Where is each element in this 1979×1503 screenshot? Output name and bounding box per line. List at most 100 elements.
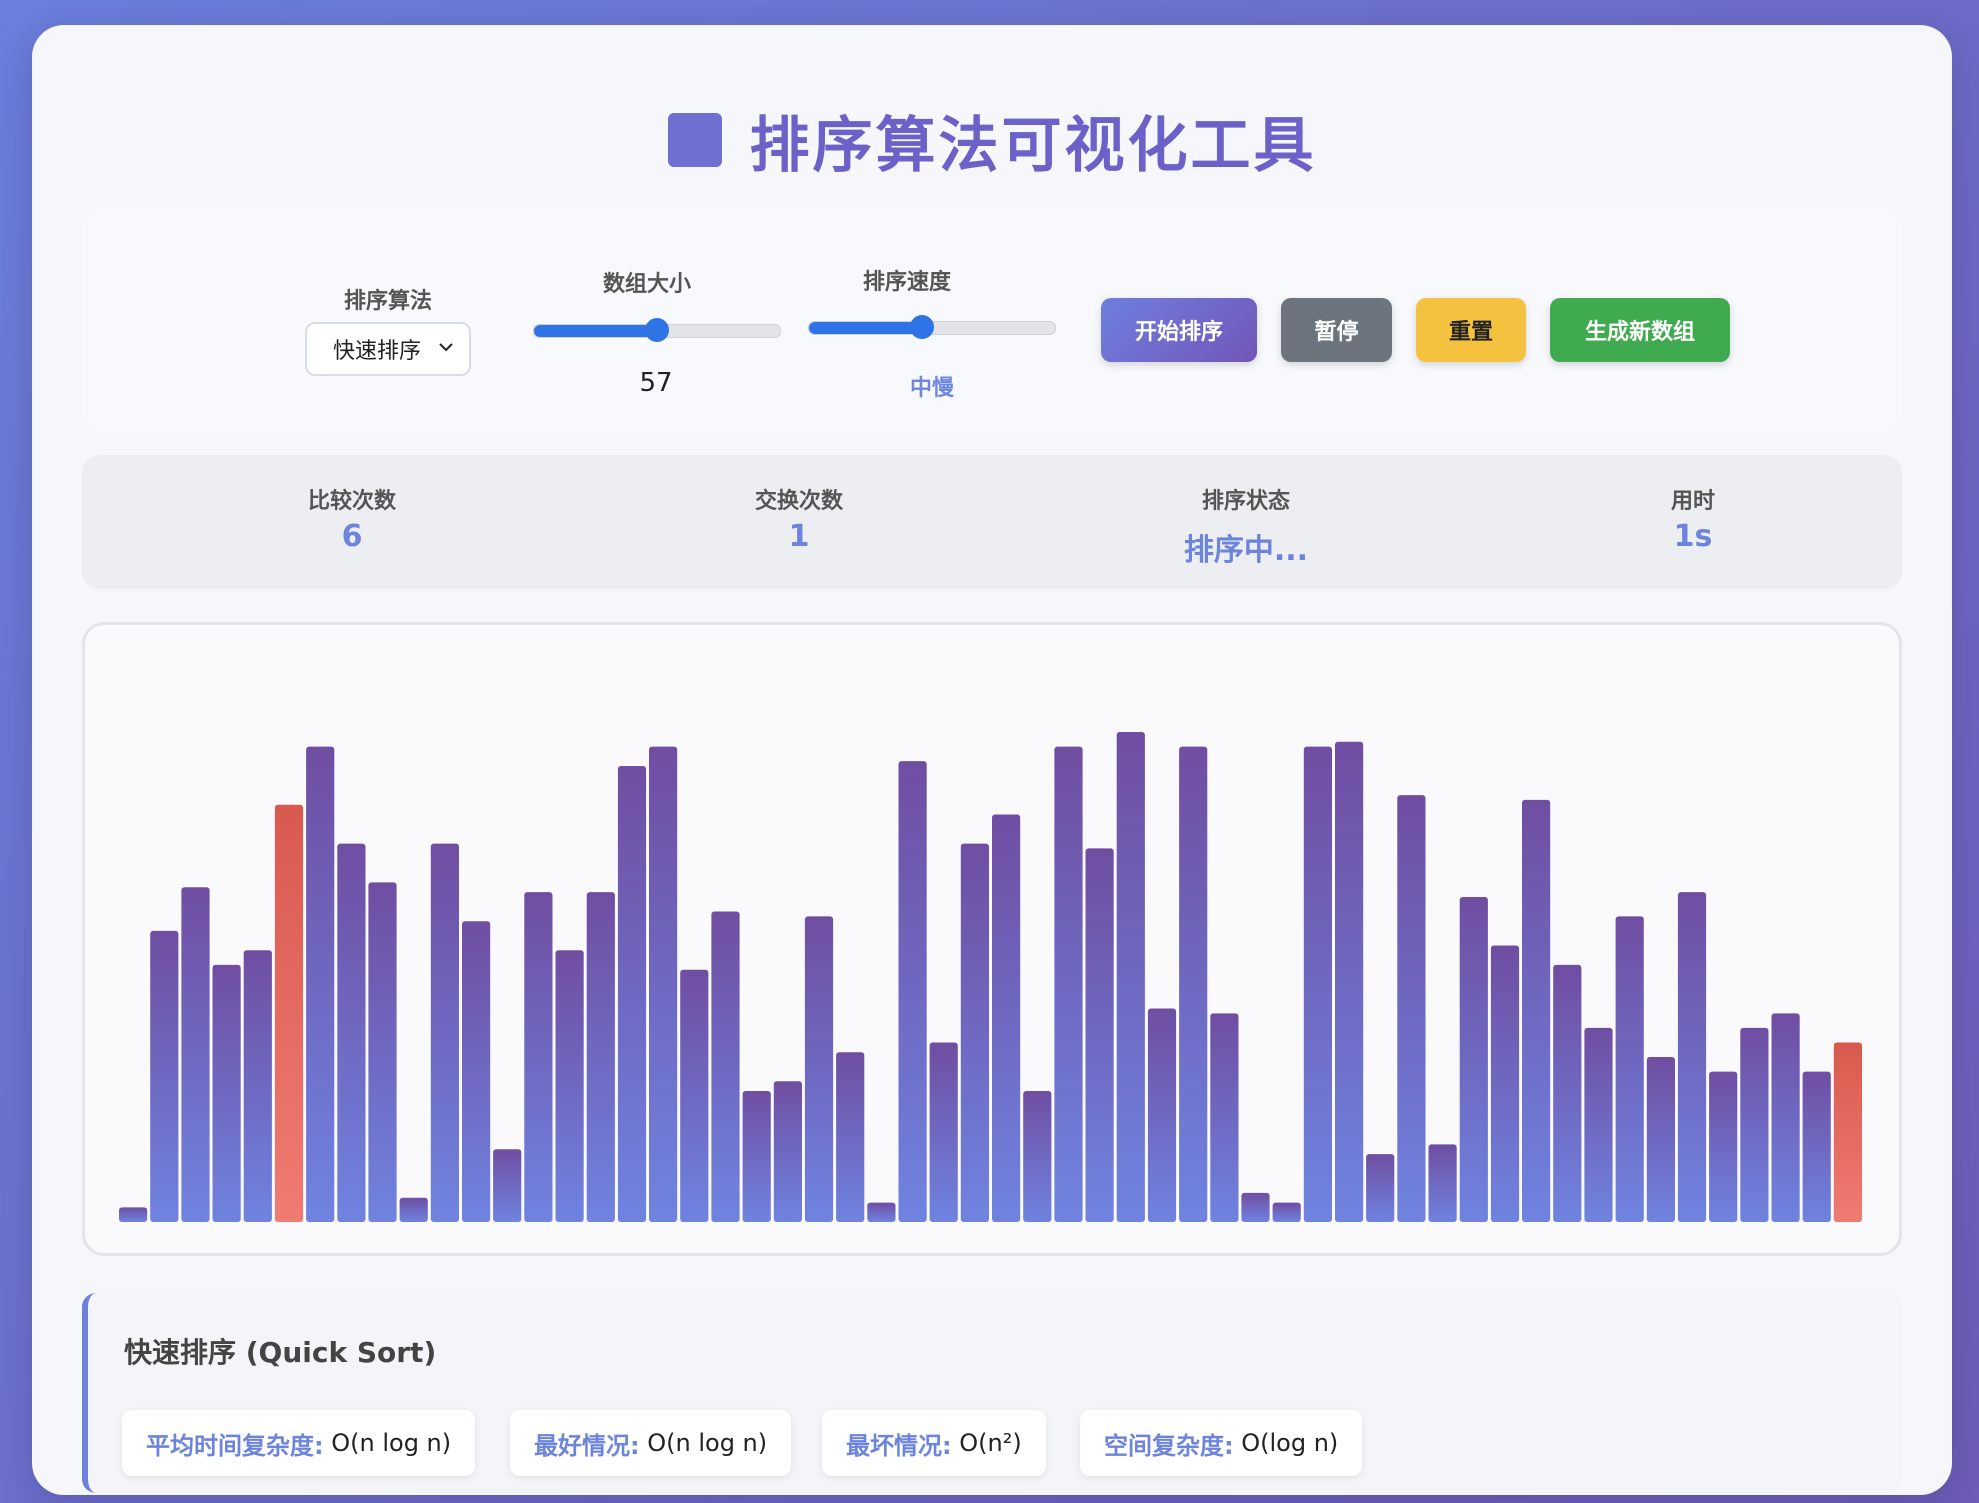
speed-slider-thumb[interactable]: [910, 315, 935, 339]
chevron-down-icon: [439, 343, 453, 352]
array-bar: [1677, 892, 1707, 1222]
space-complexity-chip: 空间复杂度: O(log n): [1080, 1410, 1363, 1476]
array-size-slider-thumb[interactable]: [645, 318, 669, 342]
bars-canvas: [119, 732, 1862, 1222]
array-bar: [1210, 1013, 1239, 1222]
array-bar: [1116, 732, 1145, 1222]
avg-complexity-label: 平均时间复杂度:: [146, 1431, 324, 1460]
status-value: 排序中...: [1183, 533, 1309, 568]
array-bar: [867, 1202, 896, 1222]
array-bar: [929, 1042, 958, 1222]
reset-button[interactable]: 重置: [1416, 298, 1526, 362]
speed-slider[interactable]: [808, 315, 1056, 339]
time-value: 1s: [1673, 519, 1713, 554]
start-sort-button[interactable]: 开始排序: [1101, 298, 1257, 362]
array-bar: [1179, 746, 1208, 1222]
generate-array-button[interactable]: 生成新数组: [1550, 298, 1730, 362]
array-bar: [1147, 1008, 1177, 1222]
array-bar: [1023, 1091, 1052, 1222]
array-bar: [1553, 964, 1582, 1222]
swaps-label: 交换次数: [754, 489, 843, 514]
array-bar: [680, 969, 709, 1222]
array-bar: [1272, 1202, 1301, 1222]
array-bar: [1085, 848, 1114, 1222]
status-label: 排序状态: [1201, 489, 1290, 514]
algorithm-label: 排序算法: [343, 289, 432, 314]
comparisons-label: 比较次数: [307, 489, 396, 514]
worst-case-value: O(n²): [959, 1429, 1022, 1457]
comparisons-value: 6: [341, 519, 363, 554]
array-bar: [649, 746, 678, 1222]
algorithm-select[interactable]: 快速排序: [305, 322, 471, 376]
app-logo-icon: [667, 113, 722, 167]
array-bar: [711, 911, 740, 1222]
space-complexity-value: O(log n): [1241, 1429, 1339, 1457]
controls-panel: 排序算法 快速排序 数组大小 57 排序速度 中慢 开始排序 暂停 重置 生成新…: [82, 210, 1902, 430]
best-case-value: O(n log n): [647, 1429, 768, 1457]
array-bar: [1397, 795, 1426, 1222]
array-bar: [773, 1081, 802, 1222]
avg-complexity-chip: 平均时间复杂度: O(n log n): [122, 1410, 476, 1476]
speed-slider-fill: [809, 322, 923, 334]
array-bar: [368, 882, 397, 1222]
array-size-value: 57: [639, 368, 673, 398]
stat-status: 排序状态 排序中...: [1096, 455, 1396, 589]
pause-button[interactable]: 暂停: [1281, 298, 1392, 362]
array-bar: [1584, 1027, 1613, 1222]
array-bar: [1802, 1071, 1831, 1222]
array-bar: [337, 843, 366, 1222]
array-bar: [1522, 799, 1551, 1222]
avg-complexity-value: O(n log n): [331, 1429, 452, 1457]
array-bar: [836, 1052, 865, 1222]
array-bar: [462, 921, 491, 1222]
array-bar: [493, 1149, 522, 1222]
array-bar: [1771, 1013, 1800, 1222]
array-bar: [586, 892, 615, 1222]
array-bar: [804, 916, 834, 1222]
time-label: 用时: [1670, 489, 1715, 514]
space-complexity-label: 空间复杂度:: [1104, 1431, 1234, 1460]
array-size-slider[interactable]: [533, 318, 781, 342]
page-title: 排序算法可视化工具: [749, 110, 1317, 181]
array-bar: [1335, 741, 1364, 1222]
array-bar: [181, 887, 210, 1222]
worst-case-chip: 最坏情况: O(n²): [822, 1410, 1046, 1476]
array-bar: [119, 1207, 148, 1222]
app-container: 排序算法可视化工具 排序算法 快速排序 数组大小 57 排序速度 中慢 开始排序…: [32, 25, 1952, 1495]
array-bar: [1054, 746, 1083, 1222]
best-case-chip: 最好情况: O(n log n): [510, 1410, 792, 1476]
algorithm-info-title: 快速排序 (Quick Sort): [124, 1336, 437, 1369]
array-bar: [555, 950, 584, 1222]
speed-label: 排序速度: [862, 270, 951, 295]
array-bar: [524, 892, 553, 1222]
array-bar: [1740, 1027, 1769, 1222]
array-bar: [1428, 1144, 1457, 1222]
algorithm-select-value: 快速排序: [333, 339, 422, 364]
array-bar: [1303, 746, 1332, 1222]
array-bar: [898, 761, 927, 1222]
array-bar: [1490, 945, 1520, 1222]
array-bar: [243, 950, 272, 1222]
array-bar: [306, 746, 335, 1222]
worst-case-label: 最坏情况:: [846, 1431, 952, 1460]
array-bar: [742, 1091, 771, 1222]
stat-comparisons: 比较次数 6: [202, 455, 502, 589]
array-bar: [1646, 1057, 1675, 1222]
array-size-label: 数组大小: [602, 272, 691, 297]
array-bar: [212, 964, 241, 1222]
array-bar: [1709, 1071, 1738, 1222]
array-bar: [150, 930, 179, 1222]
swaps-value: 1: [788, 519, 810, 554]
sort-visualization-chart: [82, 622, 1902, 1256]
array-bar: [1366, 1154, 1395, 1222]
speed-value: 中慢: [909, 376, 954, 401]
array-bar: [1459, 897, 1488, 1222]
best-case-label: 最好情况:: [534, 1431, 640, 1460]
array-bar: [399, 1197, 428, 1222]
array-bar: [430, 843, 459, 1222]
array-bar-comparing: [274, 804, 304, 1222]
array-bar: [617, 766, 647, 1222]
array-bar: [992, 814, 1021, 1222]
array-size-slider-fill: [534, 325, 657, 337]
array-bar: [1615, 916, 1644, 1222]
